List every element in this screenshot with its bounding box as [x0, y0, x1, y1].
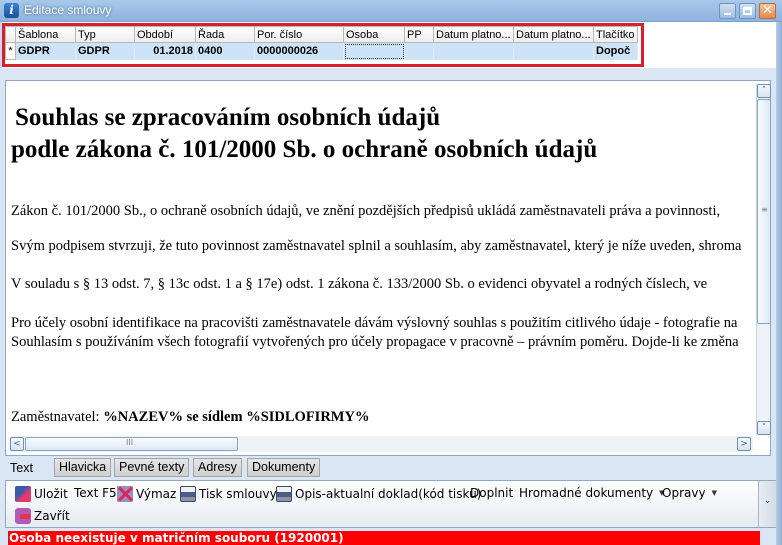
fill-button[interactable]: Doplnit	[470, 486, 513, 500]
maximize-button[interactable]	[739, 3, 756, 19]
bulk-documents-label: Hromadné dokumenty	[519, 486, 654, 500]
save-icon	[15, 486, 31, 502]
toolbar: Uložit Text F5 Výmaz Tisk smlouvy Opis-a…	[5, 480, 777, 528]
tab-adresy[interactable]: Adresy	[193, 458, 242, 477]
print-contract-label: Tisk smlouvy	[199, 487, 277, 501]
document-paragraph: Zákon č. 101/2000 Sb., o ochraně osobníc…	[11, 203, 721, 219]
close-label: Zavřít	[34, 509, 70, 523]
corrections-label: Opravy	[662, 486, 706, 500]
grip-icon: III	[126, 438, 134, 447]
window-border	[776, 22, 782, 545]
employer-line: Zaměstnavatel: %NAZEV% se sídlem %SIDLOF…	[11, 409, 369, 426]
text-f5-label: Text F5	[74, 486, 117, 500]
tab-dokumenty[interactable]: Dokumenty	[247, 458, 321, 477]
document-paragraph: V souladu s § 13 odst. 7, § 13c odst. 1 …	[11, 276, 708, 292]
scroll-right-button[interactable]: >	[737, 437, 751, 451]
save-button[interactable]: Uložit	[15, 486, 68, 502]
printer-icon	[180, 486, 196, 502]
close-icon: ✕	[762, 3, 773, 18]
delete-label: Výmaz	[136, 487, 177, 501]
printer-icon	[276, 486, 292, 502]
horizontal-scroll-thumb[interactable]: III	[25, 437, 238, 451]
close-window-button[interactable]: ✕	[759, 3, 776, 19]
tab-pevne-texty[interactable]: Pevné texty	[114, 458, 190, 477]
maximize-icon	[743, 7, 752, 15]
grid-highlight-frame	[2, 23, 644, 67]
fill-label: Doplnit	[470, 486, 514, 500]
print-copy-label: Opis-aktualní doklad(kód tisku)	[295, 487, 482, 501]
status-error-message: Osoba neexistuje v matričním souboru (19…	[8, 531, 760, 545]
scroll-left-button[interactable]: <	[10, 437, 24, 451]
info-icon: i	[4, 3, 19, 18]
bulk-documents-dropdown[interactable]: Hromadné dokumenty ▼	[519, 486, 665, 500]
scroll-up-button[interactable]: ˄	[757, 84, 771, 98]
employer-value: %NAZEV% se sídlem %SIDLOFIRMY%	[103, 409, 370, 425]
delete-icon	[117, 486, 133, 502]
print-copy-button[interactable]: Opis-aktualní doklad(kód tisku)	[276, 486, 481, 502]
scroll-down-button[interactable]: ˅	[757, 421, 771, 435]
window-title: Editace smlouvy	[24, 3, 112, 17]
contract-edit-window: i Editace smlouvy ✕ Šablona Typ Období Ř…	[0, 0, 782, 545]
text-f5-button[interactable]: Text F5	[74, 486, 117, 500]
document-paragraph: Pro účely osobní identifikace na pracovi…	[11, 315, 738, 331]
grip-icon: ≡	[761, 205, 768, 214]
document-editor-frame: Souhlas se zpracováním osobních údajů po…	[5, 80, 771, 456]
corrections-dropdown[interactable]: Opravy ▼	[662, 486, 717, 500]
chevron-down-icon: ▼	[711, 489, 717, 497]
delete-button[interactable]: Výmaz	[117, 486, 176, 502]
save-label: Uložit	[34, 487, 68, 501]
horizontal-scrollbar[interactable]: < III >	[9, 436, 753, 452]
document-editor[interactable]: Souhlas se zpracováním osobních údajů po…	[9, 84, 751, 435]
document-paragraph: Souhlasím s používáním všech fotografií …	[11, 334, 739, 350]
document-heading-line2: podle zákona č. 101/2000 Sb. o ochraně o…	[11, 136, 598, 163]
toolbar-overflow-button[interactable]: ⌄	[758, 481, 776, 527]
tab-hlavicka[interactable]: Hlavicka	[54, 458, 112, 477]
minimize-icon	[724, 13, 731, 15]
tab-text[interactable]: Text	[6, 460, 37, 479]
minimize-button[interactable]	[719, 3, 736, 19]
exit-icon	[15, 508, 31, 524]
title-bar[interactable]: i Editace smlouvy ✕	[0, 0, 782, 22]
document-paragraph: Svým podpisem stvrzuji, že tuto povinnos…	[11, 238, 742, 254]
document-heading-line1: Souhlas se zpracováním osobních údajů	[15, 104, 441, 131]
vertical-scroll-thumb[interactable]: ≡	[757, 99, 771, 324]
print-contract-button[interactable]: Tisk smlouvy	[180, 486, 277, 502]
close-button[interactable]: Zavřít	[15, 508, 70, 524]
employer-label: Zaměstnavatel:	[11, 409, 104, 425]
vertical-scrollbar[interactable]: ˄ ≡ ˅	[756, 84, 771, 435]
